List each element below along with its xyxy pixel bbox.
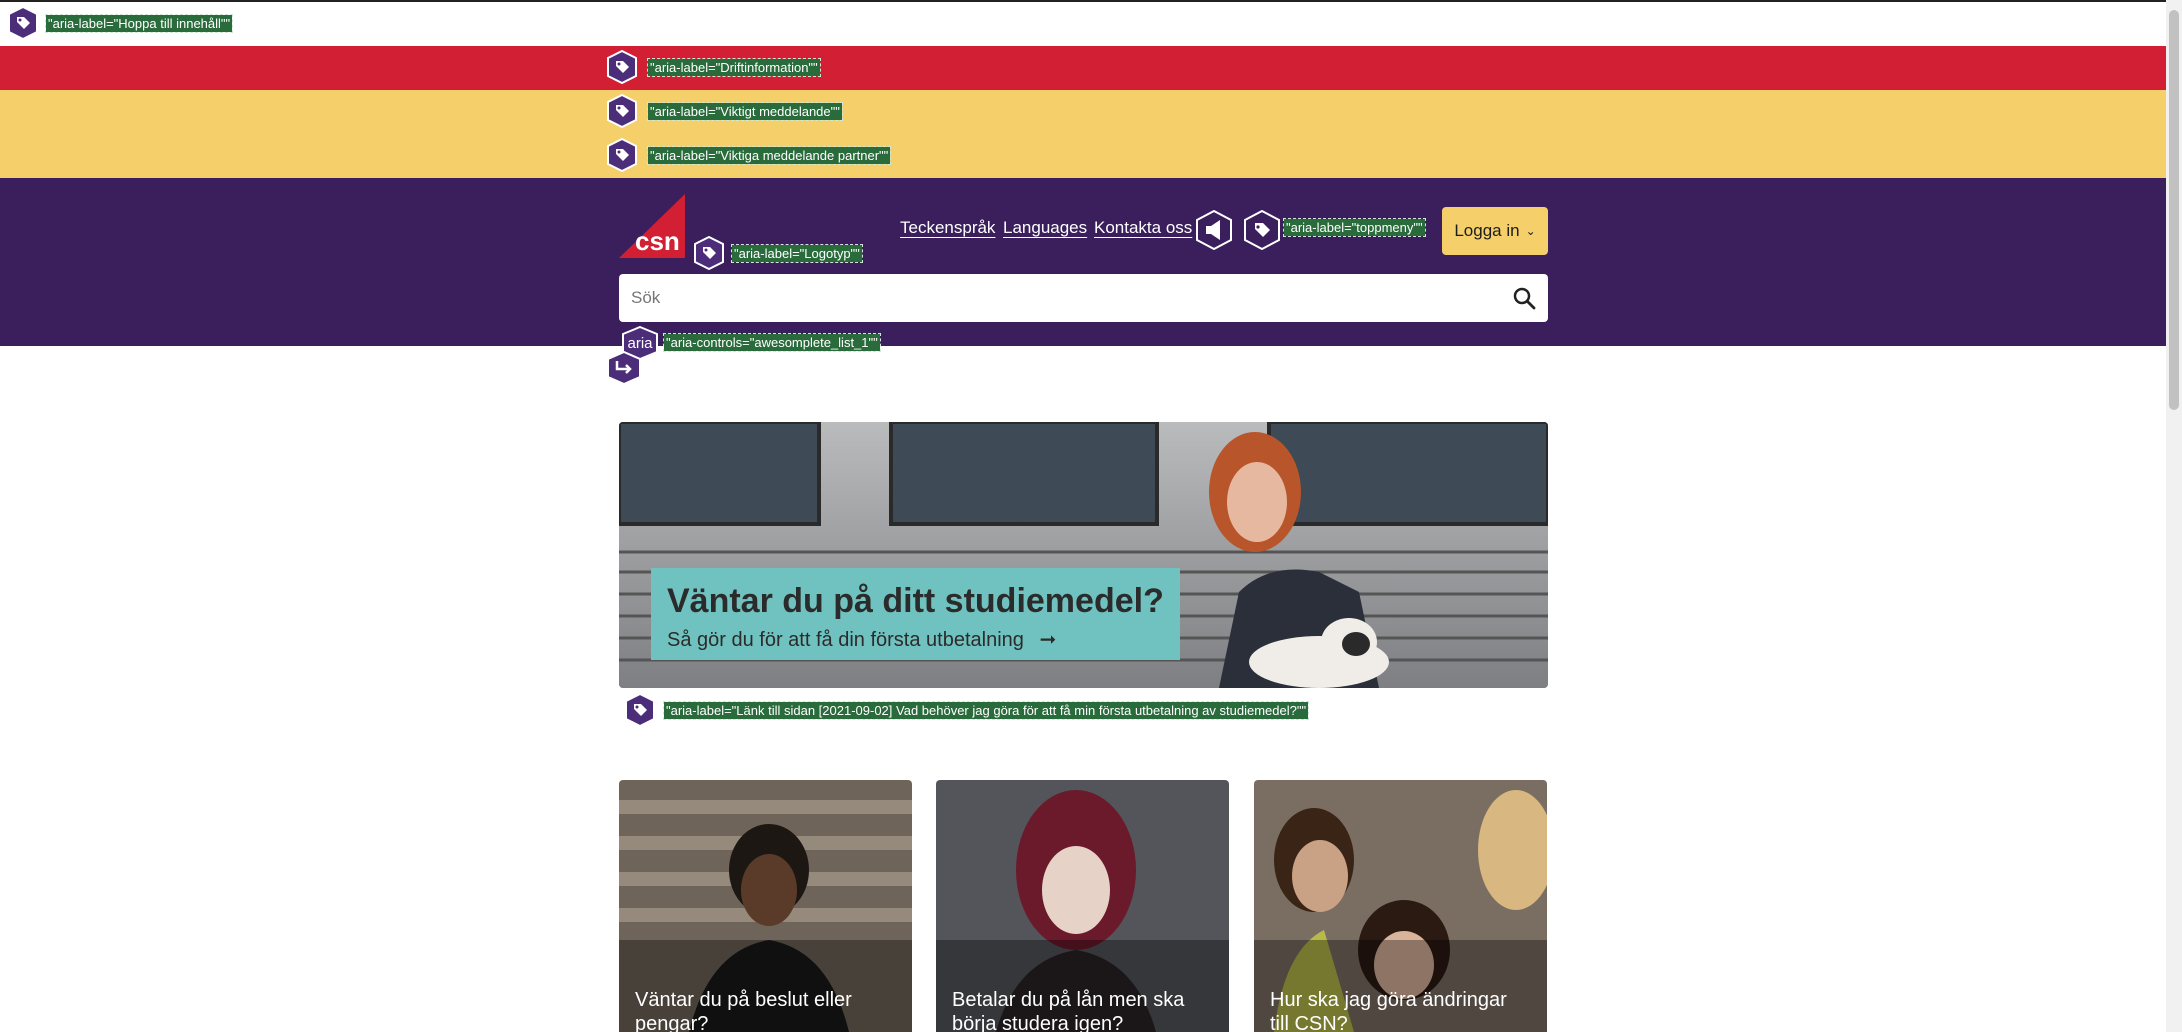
hero-caption: Väntar du på ditt studiemedel? Så gör du… bbox=[651, 568, 1180, 660]
login-label: Logga in bbox=[1454, 221, 1520, 240]
logotyp-overlay[interactable]: "aria-label="Logotyp"" bbox=[731, 244, 863, 263]
chevron-down-icon: ⌄ bbox=[1525, 224, 1536, 238]
tag-icon bbox=[607, 94, 637, 128]
toppmeny-overlay[interactable]: "aria-label="toppmeny"" bbox=[1283, 218, 1426, 237]
card-title: Hur ska jag göra ändringar till CSN? bbox=[1270, 989, 1507, 1032]
hero-subtitle: Så gör du för att få din första utbetaln… bbox=[667, 627, 1056, 652]
card-betalar[interactable]: Betalar du på lån men ska börja studera … bbox=[936, 780, 1229, 1032]
drift-info-banner bbox=[0, 46, 2166, 90]
search-icon[interactable] bbox=[1512, 286, 1536, 310]
partner-overlay[interactable]: "aria-label="Viktiga meddelande partner"… bbox=[646, 146, 892, 165]
search-bar bbox=[619, 274, 1548, 322]
csn-logo[interactable]: csn bbox=[619, 194, 685, 258]
aria-badge-text: aria bbox=[627, 334, 653, 352]
hero-subtitle-text: Så gör du för att få din första utbetaln… bbox=[667, 629, 1024, 651]
arrow-right-icon: ➞ bbox=[1039, 629, 1057, 651]
card-title: Väntar du på beslut eller pengar? bbox=[635, 989, 852, 1032]
tag-icon bbox=[607, 50, 637, 84]
card-beslut[interactable]: Väntar du på beslut eller pengar? bbox=[619, 780, 912, 1032]
hero-title: Väntar du på ditt studiemedel? bbox=[667, 582, 1164, 620]
link-teckensprak[interactable]: Teckenspråk bbox=[900, 218, 995, 238]
tag-icon bbox=[8, 6, 38, 40]
drift-overlay[interactable]: "aria-label="Driftinformation"" bbox=[647, 58, 821, 77]
card-title: Betalar du på lån men ska börja studera … bbox=[952, 989, 1185, 1032]
logo-text: csn bbox=[635, 226, 680, 256]
tag-icon bbox=[625, 693, 655, 727]
tag-icon bbox=[694, 236, 724, 270]
megaphone-icon[interactable] bbox=[1196, 210, 1232, 250]
hero-banner[interactable]: Väntar du på ditt studiemedel? Så gör du… bbox=[619, 422, 1548, 688]
tag-icon bbox=[1244, 210, 1280, 250]
login-button[interactable]: Logga in ⌄ bbox=[1442, 207, 1548, 255]
viktigt-overlay[interactable]: "aria-label="Viktigt meddelande"" bbox=[647, 102, 843, 121]
tag-icon bbox=[607, 138, 637, 172]
skip-link-overlay[interactable]: "aria-label="Hoppa till innehåll"" bbox=[44, 14, 234, 33]
aria-controls-overlay[interactable]: "aria-controls="awesomplete_list_1"" bbox=[663, 333, 881, 352]
hero-link-overlay[interactable]: "aria-label="Länk till sidan [2021-09-02… bbox=[662, 701, 1310, 720]
page-scrollbar[interactable] bbox=[2166, 0, 2182, 1032]
window-top-border bbox=[0, 0, 2182, 2]
redirect-arrow-icon bbox=[607, 350, 641, 386]
link-languages[interactable]: Languages bbox=[1003, 218, 1087, 238]
scrollbar-thumb[interactable] bbox=[2169, 10, 2179, 410]
link-kontakta-oss[interactable]: Kontakta oss bbox=[1094, 218, 1192, 238]
card-andringar[interactable]: Hur ska jag göra ändringar till CSN? bbox=[1254, 780, 1547, 1032]
important-message-banner bbox=[0, 90, 2166, 178]
search-input[interactable] bbox=[619, 274, 1479, 322]
